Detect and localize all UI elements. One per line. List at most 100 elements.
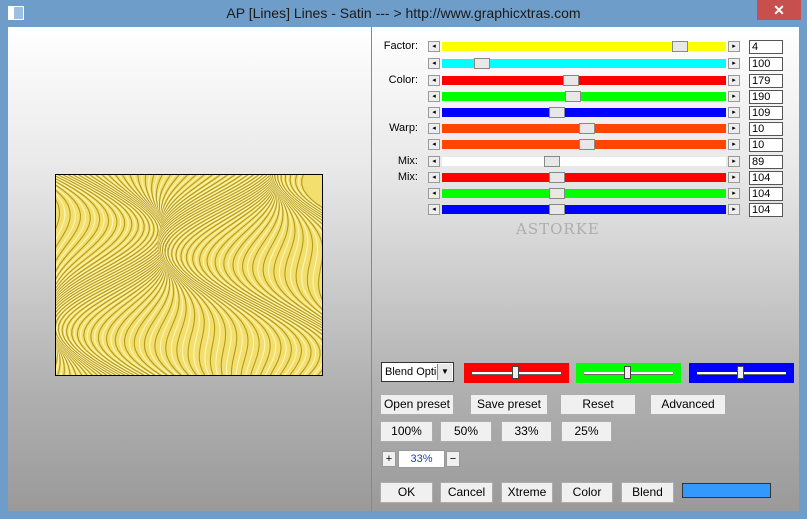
arrow-right-icon[interactable]: ▸ [728, 123, 740, 134]
zoom-50-button[interactable]: 50% [440, 421, 492, 442]
zoom-plus-button[interactable]: + [382, 451, 396, 467]
slider-3[interactable]: ◂ ▸ [428, 75, 740, 86]
slider-value-field[interactable]: 4 [749, 40, 783, 54]
arrow-right-icon[interactable]: ▸ [728, 58, 740, 69]
blend-button[interactable]: Blend [621, 482, 674, 503]
slider-thumb[interactable] [544, 156, 560, 167]
slider-6[interactable]: ◂ ▸ [428, 123, 740, 134]
slider-track[interactable] [442, 139, 726, 150]
zoom-25-button[interactable]: 25% [561, 421, 612, 442]
slider-1[interactable]: ◂ ▸ [428, 41, 740, 52]
zoom-value-field[interactable]: 33% [398, 450, 445, 468]
arrow-left-icon[interactable]: ◂ [428, 75, 440, 86]
zoom-33-button[interactable]: 33% [501, 421, 552, 442]
xtreme-button[interactable]: Xtreme [501, 482, 553, 503]
blend-slider-1[interactable] [464, 363, 569, 383]
arrow-right-icon[interactable]: ▸ [728, 139, 740, 150]
slider-thumb[interactable] [672, 41, 688, 52]
arrow-right-icon[interactable]: ▸ [728, 41, 740, 52]
arrow-left-icon[interactable]: ◂ [428, 188, 440, 199]
watermark-logo: ASTORKE [516, 220, 600, 238]
arrow-right-icon[interactable]: ▸ [728, 188, 740, 199]
slider-label: Color: [388, 74, 418, 86]
window-title: AP [Lines] Lines - Satin --- > http://ww… [226, 5, 581, 21]
slider-value-field[interactable]: 190 [749, 90, 783, 104]
slider-thumb[interactable] [549, 172, 565, 183]
color-swatch[interactable] [682, 483, 771, 498]
arrow-right-icon[interactable]: ▸ [728, 107, 740, 118]
slider-value-field[interactable]: 100 [749, 57, 783, 71]
slider-5[interactable]: ◂ ▸ [428, 107, 740, 118]
arrow-left-icon[interactable]: ◂ [428, 172, 440, 183]
zoom-100-button[interactable]: 100% [380, 421, 433, 442]
arrow-left-icon[interactable]: ◂ [428, 156, 440, 167]
slider-track[interactable] [442, 156, 726, 167]
slider-7[interactable]: ◂ ▸ [428, 139, 740, 150]
blend-slider-2[interactable] [576, 363, 681, 383]
close-button[interactable]: ✕ [757, 0, 801, 20]
slider-thumb[interactable] [474, 58, 490, 69]
slider-value-field[interactable]: 179 [749, 74, 783, 88]
slider-11[interactable]: ◂ ▸ [428, 204, 740, 215]
title-bar: AP [Lines] Lines - Satin --- > http://ww… [0, 0, 807, 27]
arrow-left-icon[interactable]: ◂ [428, 107, 440, 118]
arrow-right-icon[interactable]: ▸ [728, 156, 740, 167]
chevron-down-icon[interactable]: ▼ [437, 364, 452, 380]
slider-value-field[interactable]: 10 [749, 122, 783, 136]
slider-8[interactable]: ◂ ▸ [428, 156, 740, 167]
arrow-right-icon[interactable]: ▸ [728, 91, 740, 102]
slider-thumb[interactable] [549, 204, 565, 215]
slider-thumb[interactable] [549, 188, 565, 199]
arrow-left-icon[interactable]: ◂ [428, 41, 440, 52]
slider-track[interactable] [442, 58, 726, 69]
blend-slider-knob[interactable] [624, 366, 631, 379]
arrow-right-icon[interactable]: ▸ [728, 204, 740, 215]
slider-thumb[interactable] [579, 139, 595, 150]
slider-value-field[interactable]: 104 [749, 203, 783, 217]
blend-slider-knob[interactable] [737, 366, 744, 379]
cancel-button[interactable]: Cancel [440, 482, 493, 503]
slider-4[interactable]: ◂ ▸ [428, 91, 740, 102]
slider-value-field[interactable]: 10 [749, 138, 783, 152]
slider-value-field[interactable]: 104 [749, 187, 783, 201]
slider-track[interactable] [442, 172, 726, 183]
color-button[interactable]: Color [561, 482, 613, 503]
satin-lines-preview [56, 175, 322, 375]
slider-track[interactable] [442, 75, 726, 86]
slider-label: Warp: [389, 122, 418, 134]
blend-slider-3[interactable] [689, 363, 794, 383]
ok-button[interactable]: OK [380, 482, 433, 503]
save-preset-button[interactable]: Save preset [470, 394, 548, 415]
slider-value-field[interactable]: 109 [749, 106, 783, 120]
arrow-left-icon[interactable]: ◂ [428, 123, 440, 134]
preview-image[interactable] [55, 174, 323, 376]
zoom-minus-button[interactable]: − [446, 451, 460, 467]
slider-track[interactable] [442, 41, 726, 52]
slider-thumb[interactable] [563, 75, 579, 86]
open-preset-button[interactable]: Open preset [380, 394, 454, 415]
slider-value-field[interactable]: 104 [749, 171, 783, 185]
blend-slider-knob[interactable] [512, 366, 519, 379]
slider-track[interactable] [442, 204, 726, 215]
arrow-right-icon[interactable]: ▸ [728, 172, 740, 183]
slider-track[interactable] [442, 107, 726, 118]
slider-thumb[interactable] [565, 91, 581, 102]
slider-label: Mix: [397, 171, 418, 183]
slider-9[interactable]: ◂ ▸ [428, 172, 740, 183]
arrow-left-icon[interactable]: ◂ [428, 91, 440, 102]
arrow-left-icon[interactable]: ◂ [428, 204, 440, 215]
advanced-button[interactable]: Advanced [650, 394, 726, 415]
slider-thumb[interactable] [549, 107, 565, 118]
slider-track[interactable] [442, 91, 726, 102]
slider-track[interactable] [442, 123, 726, 134]
slider-2[interactable]: ◂ ▸ [428, 58, 740, 69]
arrow-left-icon[interactable]: ◂ [428, 58, 440, 69]
slider-thumb[interactable] [579, 123, 595, 134]
arrow-right-icon[interactable]: ▸ [728, 75, 740, 86]
reset-button[interactable]: Reset [560, 394, 636, 415]
slider-10[interactable]: ◂ ▸ [428, 188, 740, 199]
slider-value-field[interactable]: 89 [749, 155, 783, 169]
blend-options-select[interactable]: Blend Optio ▼ [381, 362, 454, 382]
slider-track[interactable] [442, 188, 726, 199]
arrow-left-icon[interactable]: ◂ [428, 139, 440, 150]
